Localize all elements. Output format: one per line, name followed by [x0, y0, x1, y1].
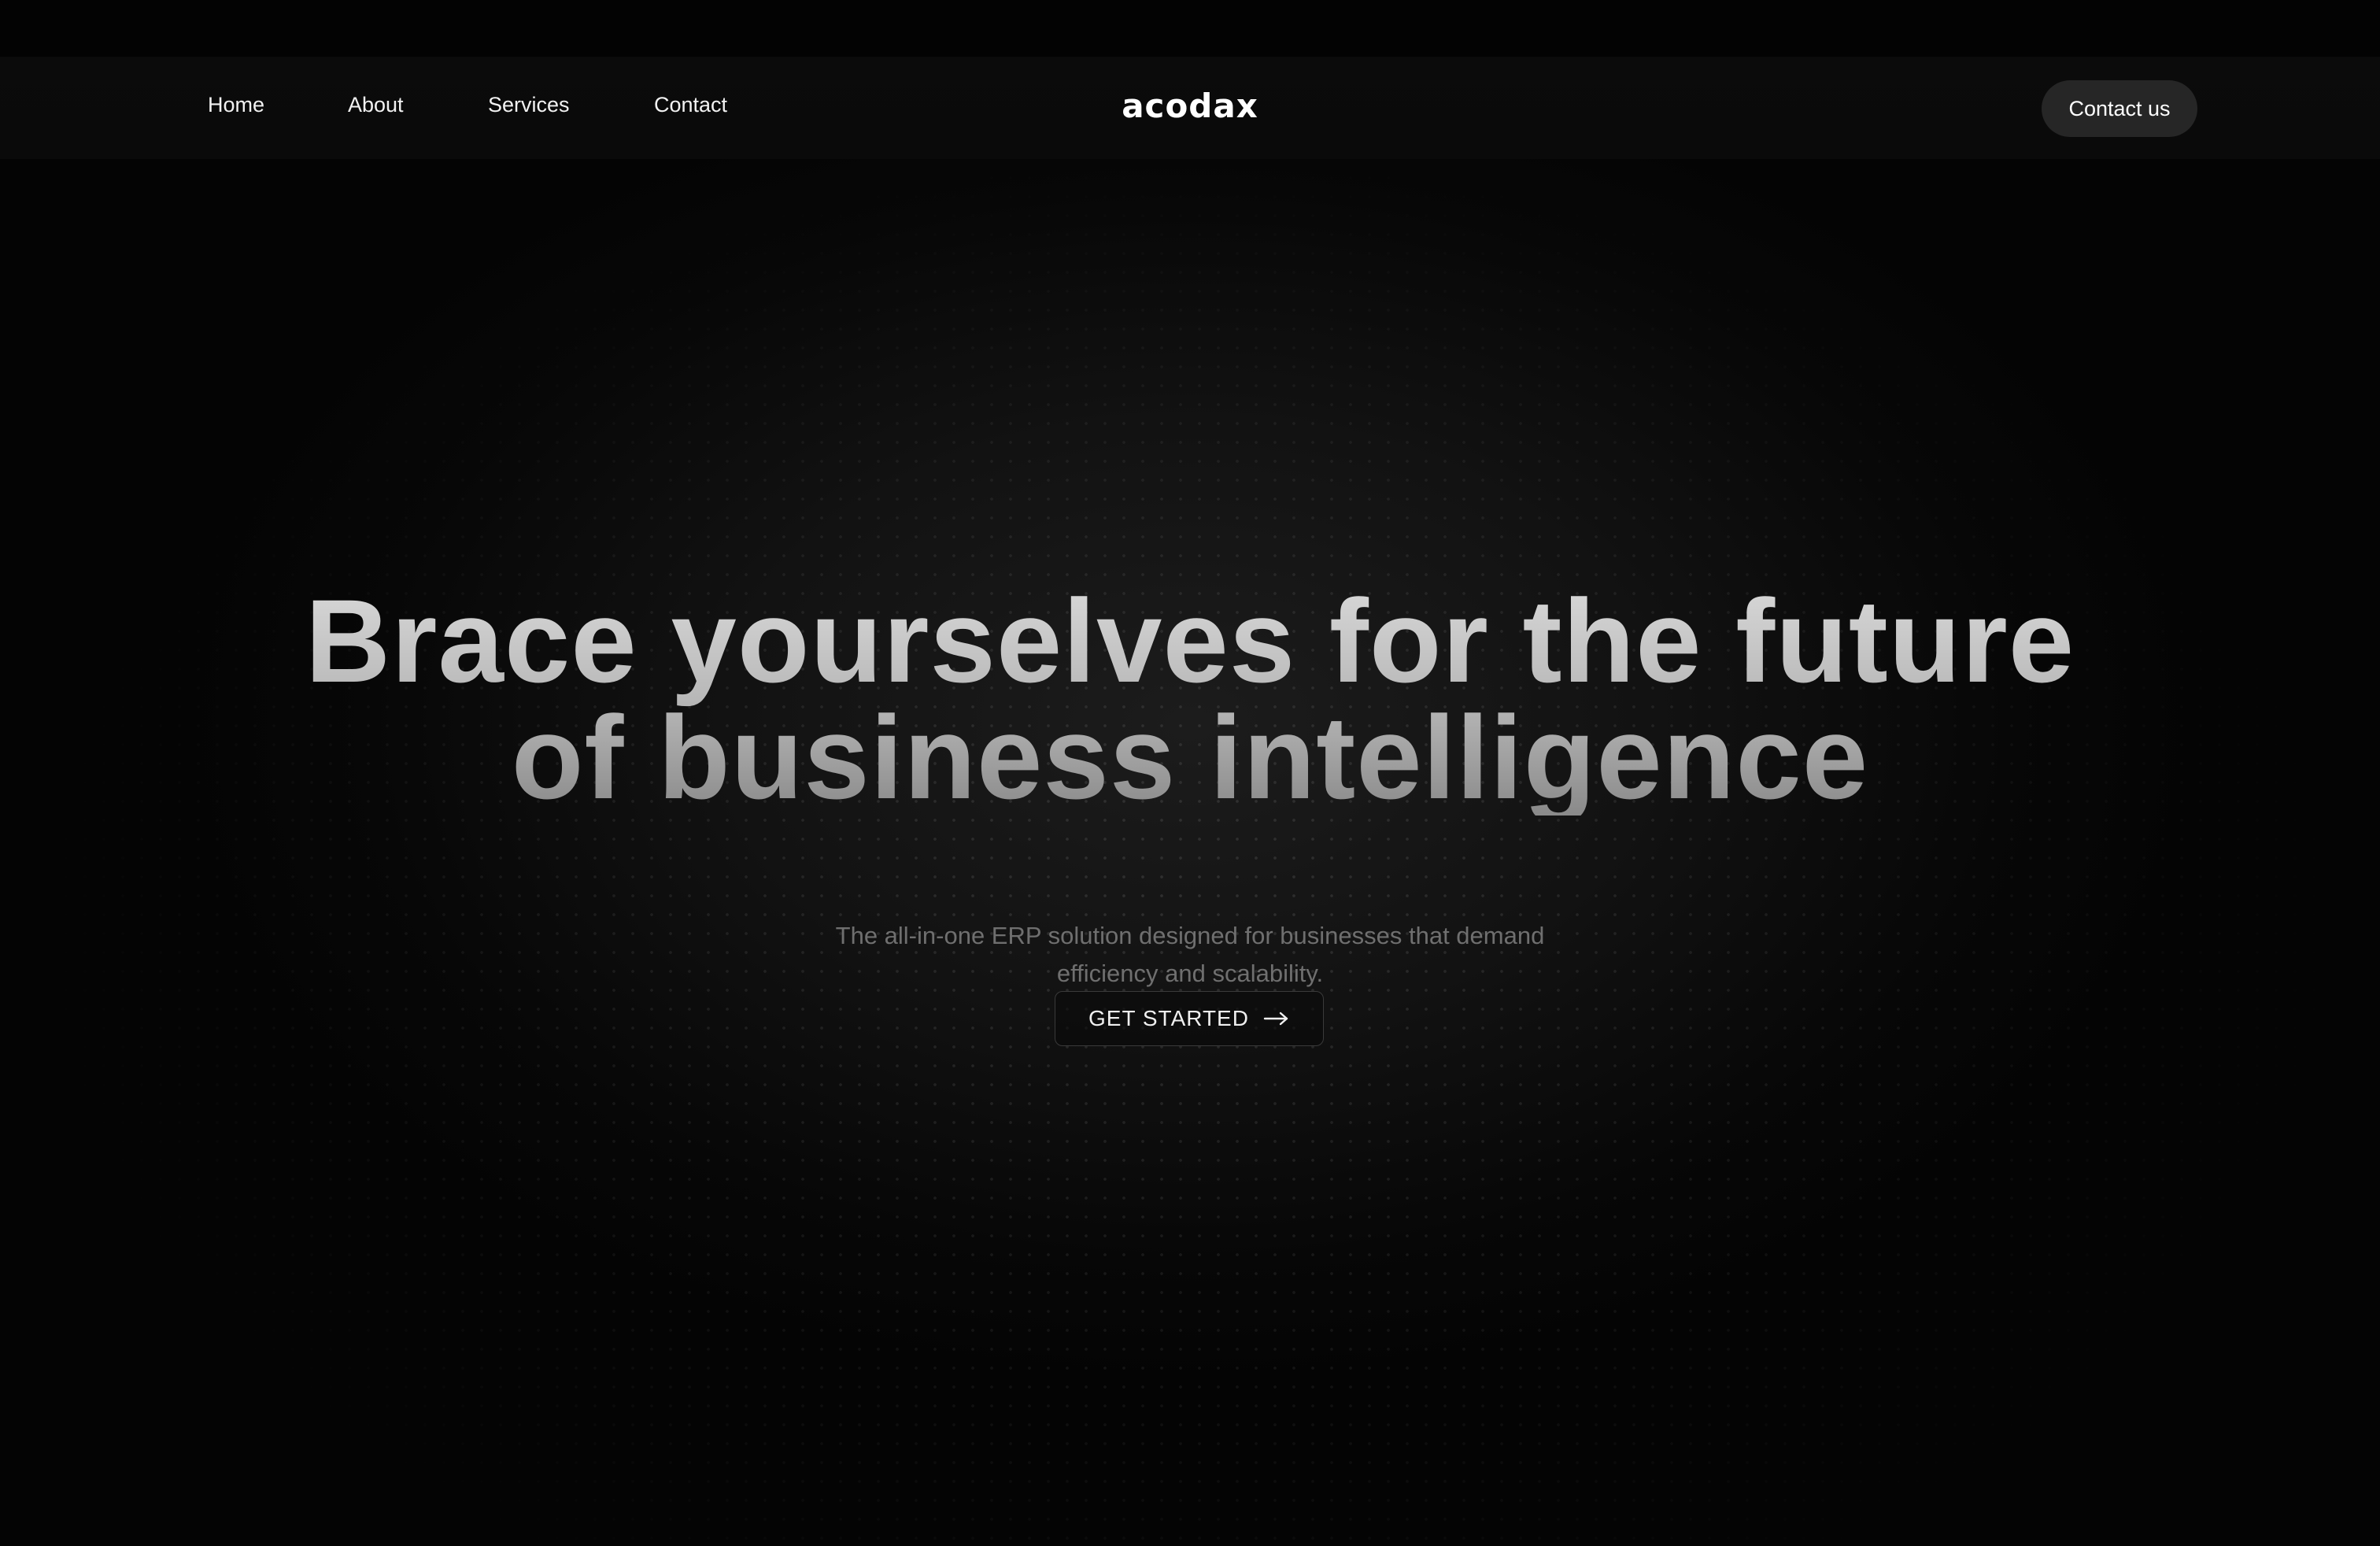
hero-title-line-1: Brace yourselves for the future — [305, 575, 2075, 707]
brand-logo[interactable]: acodax — [0, 87, 2380, 125]
hero-title-line-2: of business intelligence — [511, 691, 1869, 823]
arrow-right-icon — [1263, 1012, 1288, 1026]
hero-subtitle: The all-in-one ERP solution designed for… — [0, 917, 2380, 993]
hero-subtitle-line-2: efficiency and scalability. — [1056, 960, 1324, 987]
dot-grid-pattern — [0, 150, 2380, 1546]
top-band — [0, 0, 2380, 57]
hero-subtitle-line-1: The all-in-one ERP solution designed for… — [835, 922, 1545, 949]
get-started-button[interactable]: GET STARTED — [1055, 991, 1324, 1046]
contact-us-button[interactable]: Contact us — [2042, 80, 2197, 137]
get-started-label: GET STARTED — [1088, 1006, 1249, 1030]
hero-title: Brace yourselves for the future of busin… — [0, 583, 2380, 816]
